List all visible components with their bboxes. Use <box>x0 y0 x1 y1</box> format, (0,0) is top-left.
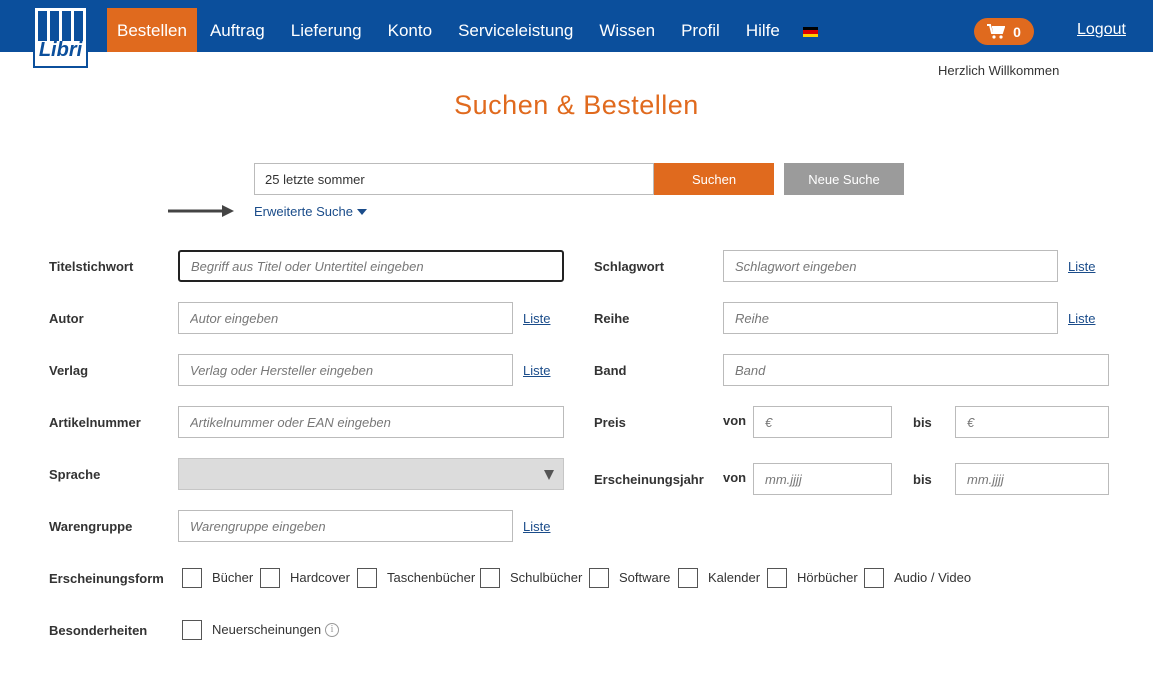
artikelnummer-input[interactable] <box>178 406 564 438</box>
nav-item-hilfe[interactable]: Hilfe <box>733 8 793 52</box>
checkbox-hoerbuecher[interactable] <box>767 568 787 588</box>
german-flag-icon[interactable] <box>802 27 818 37</box>
label-preis: Preis <box>594 415 626 430</box>
new-search-button[interactable]: Neue Suche <box>784 163 904 195</box>
preis-bis-label: bis <box>913 415 932 430</box>
schlagwort-input[interactable] <box>723 250 1058 282</box>
verlag-liste-link[interactable]: Liste <box>523 363 550 378</box>
label-autor: Autor <box>49 311 84 326</box>
shopping-cart-icon <box>987 24 1006 39</box>
checkbox-label-audio-video: Audio / Video <box>894 570 972 585</box>
label-besonderheiten: Besonderheiten <box>49 623 148 638</box>
logo-text: Libri <box>38 39 83 61</box>
checkbox-label-taschenbuecher: Taschenbücher <box>387 570 476 585</box>
label-sprache: Sprache <box>49 467 101 482</box>
info-icon[interactable]: i <box>325 623 339 637</box>
checkbox-hardcover[interactable] <box>260 568 280 588</box>
advanced-search-toggle[interactable]: Erweiterte Suche <box>254 204 367 219</box>
nav-item-auftrag[interactable]: Auftrag <box>197 8 278 52</box>
reihe-liste-link[interactable]: Liste <box>1068 311 1095 326</box>
nav-item-serviceleistung[interactable]: Serviceleistung <box>445 8 586 52</box>
cart-count: 0 <box>1013 23 1021 40</box>
checkbox-label-software: Software <box>619 570 671 585</box>
jahr-bis-input[interactable] <box>955 463 1109 495</box>
label-verlag: Verlag <box>49 363 89 378</box>
cart-button[interactable]: 0 <box>974 18 1034 45</box>
label-schlagwort: Schlagwort <box>594 259 665 274</box>
nav-item-lieferung[interactable]: Lieferung <box>278 8 375 52</box>
preis-bis-input[interactable] <box>955 406 1109 438</box>
label-warengruppe: Warengruppe <box>49 519 133 534</box>
label-band: Band <box>594 363 627 378</box>
nav-item-konto[interactable]: Konto <box>375 8 445 52</box>
label-erscheinungsform: Erscheinungsform <box>49 571 164 586</box>
autor-liste-link[interactable]: Liste <box>523 311 550 326</box>
advanced-search-label: Erweiterte Suche <box>254 204 353 219</box>
checkbox-schulbuecher[interactable] <box>480 568 500 588</box>
checkbox-label-kalender: Kalender <box>708 570 761 585</box>
checkbox-neuerscheinungen[interactable] <box>182 620 202 640</box>
dropdown-arrow-icon <box>544 470 554 480</box>
checkbox-taschenbuecher[interactable] <box>357 568 377 588</box>
autor-input[interactable] <box>178 302 513 334</box>
checkbox-label-buecher: Bücher <box>212 570 254 585</box>
top-navbar: Bestellen Auftrag Lieferung Konto Servic… <box>0 0 1153 52</box>
checkbox-label-hardcover: Hardcover <box>290 570 350 585</box>
checkbox-buecher[interactable] <box>182 568 202 588</box>
nav-item-wissen[interactable]: Wissen <box>586 8 668 52</box>
page-title: Suchen & Bestellen <box>454 90 699 120</box>
band-input[interactable] <box>723 354 1109 386</box>
logout-link[interactable]: Logout <box>1077 21 1126 39</box>
jahr-von-label: von <box>723 470 747 485</box>
preis-von-input[interactable] <box>753 406 892 438</box>
jahr-von-input[interactable] <box>753 463 892 495</box>
titelstichwort-input[interactable] <box>178 250 564 282</box>
checkbox-label-neuerscheinungen: Neuerscheinungen <box>212 622 322 637</box>
sprache-select[interactable] <box>178 458 564 490</box>
warengruppe-liste-link[interactable]: Liste <box>523 519 550 534</box>
nav-item-bestellen[interactable]: Bestellen <box>107 8 197 52</box>
checkbox-kalender[interactable] <box>678 568 698 588</box>
nav-item-profil[interactable]: Profil <box>668 8 733 52</box>
welcome-text: Herzlich Willkommen <box>938 63 1060 78</box>
preis-von-label: von <box>723 413 747 428</box>
arrow-right-icon <box>168 205 234 217</box>
checkbox-label-schulbuecher: Schulbücher <box>510 570 583 585</box>
checkbox-label-hoerbuecher: Hörbücher <box>797 570 858 585</box>
quick-search-input[interactable] <box>254 163 654 195</box>
label-titelstichwort: Titelstichwort <box>49 259 134 274</box>
caret-down-icon <box>357 208 367 215</box>
verlag-input[interactable] <box>178 354 513 386</box>
search-button[interactable]: Suchen <box>654 163 774 195</box>
label-artikelnummer: Artikelnummer <box>49 415 141 430</box>
main-nav: Bestellen Auftrag Lieferung Konto Servic… <box>107 8 828 52</box>
schlagwort-liste-link[interactable]: Liste <box>1068 259 1095 274</box>
reihe-input[interactable] <box>723 302 1058 334</box>
label-reihe: Reihe <box>594 311 630 326</box>
libri-logo[interactable]: Libri <box>33 6 88 68</box>
label-erscheinungsjahr: Erscheinungsjahr <box>594 472 704 487</box>
warengruppe-input[interactable] <box>178 510 513 542</box>
jahr-bis-label: bis <box>913 472 932 487</box>
checkbox-audio-video[interactable] <box>864 568 884 588</box>
checkbox-software[interactable] <box>589 568 609 588</box>
